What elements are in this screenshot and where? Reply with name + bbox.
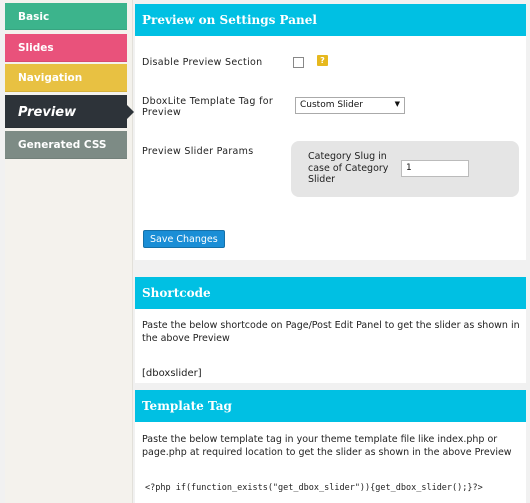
help-icon[interactable]: ?: [317, 55, 328, 66]
tab-navigation[interactable]: Navigation: [5, 64, 127, 92]
category-slug-label: Category Slug in case of Category Slider: [308, 151, 389, 185]
shortcode-value: [dboxslider]: [142, 368, 202, 379]
template-tag-code: <?php if(function_exists("get_dbox_slide…: [145, 483, 483, 493]
shortcode-description: Paste the below shortcode on Page/Post E…: [142, 320, 520, 344]
tab-basic[interactable]: Basic: [5, 3, 127, 30]
slider-params-box: Category Slug in case of Category Slider…: [291, 141, 519, 197]
shortcode-panel: Shortcode Paste the below shortcode on P…: [135, 277, 526, 383]
tab-preview-label: Preview: [18, 105, 77, 120]
template-tag-panel: Template Tag Paste the below template ta…: [135, 390, 526, 503]
shortcode-panel-title: Shortcode: [135, 277, 526, 309]
active-tab-arrow: [127, 105, 134, 119]
template-tag-select[interactable]: Custom Slider ▼: [295, 97, 405, 114]
template-tag-label: DboxLite Template Tag for Preview: [142, 96, 274, 118]
tab-generated-css[interactable]: Generated CSS: [5, 131, 127, 159]
preview-panel-title: Preview on Settings Panel: [135, 4, 526, 36]
tab-navigation-label: Navigation: [18, 72, 83, 84]
settings-sidebar: Basic Slides Navigation Preview Generate…: [5, 0, 134, 503]
save-changes-button[interactable]: Save Changes: [143, 230, 225, 248]
template-tag-description: Paste the below template tag in your the…: [142, 434, 512, 458]
tab-generated-css-label: Generated CSS: [18, 139, 107, 151]
tab-slides-label: Slides: [18, 42, 54, 54]
tab-slides[interactable]: Slides: [5, 34, 127, 62]
template-tag-selected-value: Custom Slider: [300, 100, 364, 110]
category-slug-input[interactable]: 1: [401, 160, 469, 177]
template-tag-panel-title: Template Tag: [135, 390, 526, 422]
tab-basic-label: Basic: [18, 11, 50, 23]
preview-params-label: Preview Slider Params: [142, 146, 254, 157]
chevron-down-icon: ▼: [394, 100, 400, 108]
disable-preview-label: Disable Preview Section: [142, 57, 263, 68]
disable-preview-checkbox[interactable]: [293, 57, 304, 68]
tab-preview[interactable]: Preview: [5, 95, 134, 128]
preview-settings-panel: Preview on Settings Panel Disable Previe…: [135, 4, 526, 260]
